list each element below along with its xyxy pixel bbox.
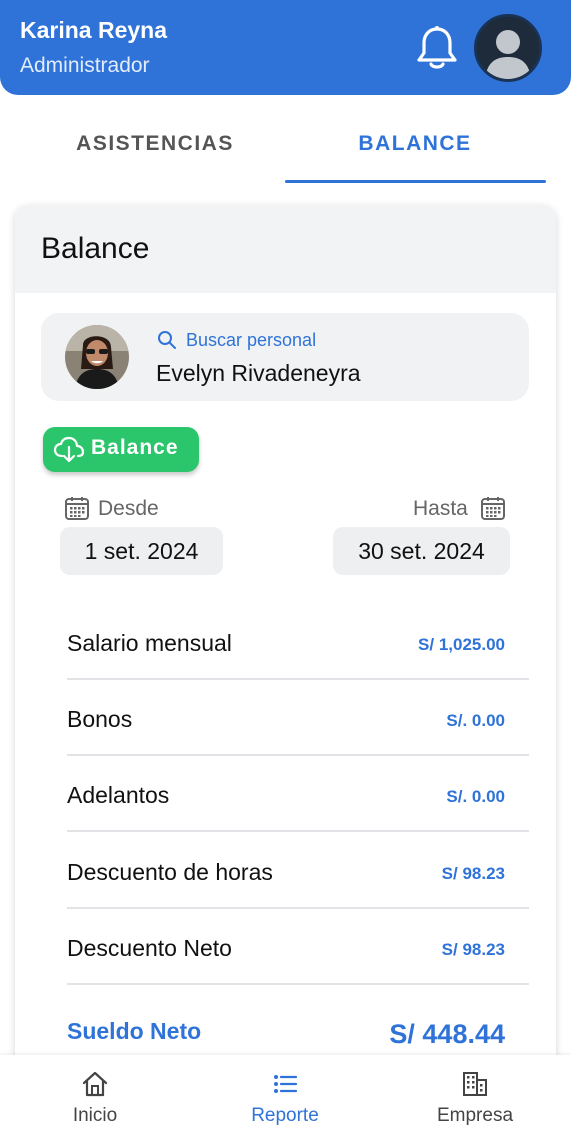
person-photo xyxy=(65,325,129,389)
bell-icon[interactable] xyxy=(414,24,460,72)
tab-balance[interactable]: BALANCE xyxy=(285,132,545,156)
building-icon xyxy=(463,1072,487,1096)
row-label: Descuento Neto xyxy=(67,935,232,961)
nav-label: Empresa xyxy=(436,1105,514,1126)
balance-card: Balance Buscar personal Evelyn Rivadeney… xyxy=(15,205,556,1105)
row-label: Adelantos xyxy=(67,782,170,808)
to-date-picker[interactable]: 30 set. 2024 xyxy=(333,527,510,575)
home-icon xyxy=(82,1071,108,1097)
row-value: S/. 0.00 xyxy=(446,711,505,730)
divider xyxy=(67,983,529,985)
row-value: S/ 98.23 xyxy=(441,940,505,959)
card-header: Balance xyxy=(15,205,556,293)
download-balance-button[interactable]: Balance xyxy=(43,427,199,472)
balance-row-adelantos: Adelantos S/. 0.00 xyxy=(67,756,529,832)
app-header: Karina Reyna Administrador xyxy=(0,0,571,95)
bottom-navigation: Inicio Reporte Empresa xyxy=(0,1055,571,1144)
balance-row-descuento-horas: Descuento de horas S/ 98.23 xyxy=(67,833,529,909)
user-avatar[interactable] xyxy=(474,14,542,82)
tab-asistencias[interactable]: ASISTENCIAS xyxy=(0,132,310,156)
selected-person-name: Evelyn Rivadeneyra xyxy=(156,360,361,386)
net-salary-label: Sueldo Neto xyxy=(67,1018,202,1044)
download-balance-label: Balance xyxy=(91,436,179,459)
avatar-placeholder-icon xyxy=(477,17,539,79)
card-title: Balance xyxy=(41,232,150,265)
net-salary-value: S/ 448.44 xyxy=(389,1019,505,1049)
row-value: S/. 0.00 xyxy=(446,787,505,806)
row-value: S/ 1,025.00 xyxy=(418,635,505,654)
divider xyxy=(67,830,529,832)
row-label: Bonos xyxy=(67,706,133,732)
search-icon xyxy=(158,331,176,349)
calendar-icon xyxy=(481,497,505,520)
list-icon xyxy=(274,1075,298,1093)
calendar-icon xyxy=(65,497,89,520)
nav-label: Reporte xyxy=(251,1105,319,1126)
nav-label: Inicio xyxy=(72,1105,118,1126)
app-screen: Karina Reyna Administrador ASISTENCIAS B… xyxy=(0,0,571,1144)
search-label: Buscar personal xyxy=(186,330,317,350)
user-role: Administrador xyxy=(20,54,150,77)
row-value: S/ 98.23 xyxy=(441,864,505,883)
balance-row-salario: Salario mensual S/ 1,025.00 xyxy=(67,604,529,680)
nav-item-inicio[interactable]: Inicio xyxy=(0,1055,190,1144)
active-tab-indicator xyxy=(285,180,546,183)
from-date-picker[interactable]: 1 set. 2024 xyxy=(60,527,223,575)
nav-item-empresa[interactable]: Empresa xyxy=(380,1055,570,1144)
row-label: Salario mensual xyxy=(67,630,232,656)
nav-item-reporte[interactable]: Reporte xyxy=(190,1055,380,1144)
cloud-download-icon xyxy=(53,436,85,463)
row-label: Descuento de horas xyxy=(67,859,273,885)
person-search[interactable]: Buscar personal Evelyn Rivadeneyra xyxy=(41,313,529,401)
balance-row-bonos: Bonos S/. 0.00 xyxy=(67,680,529,756)
balance-row-descuento-neto: Descuento Neto S/ 98.23 xyxy=(67,909,529,985)
user-name: Karina Reyna xyxy=(20,17,168,43)
from-date-label: Desde xyxy=(98,497,159,520)
to-date-label: Hasta xyxy=(413,497,468,520)
